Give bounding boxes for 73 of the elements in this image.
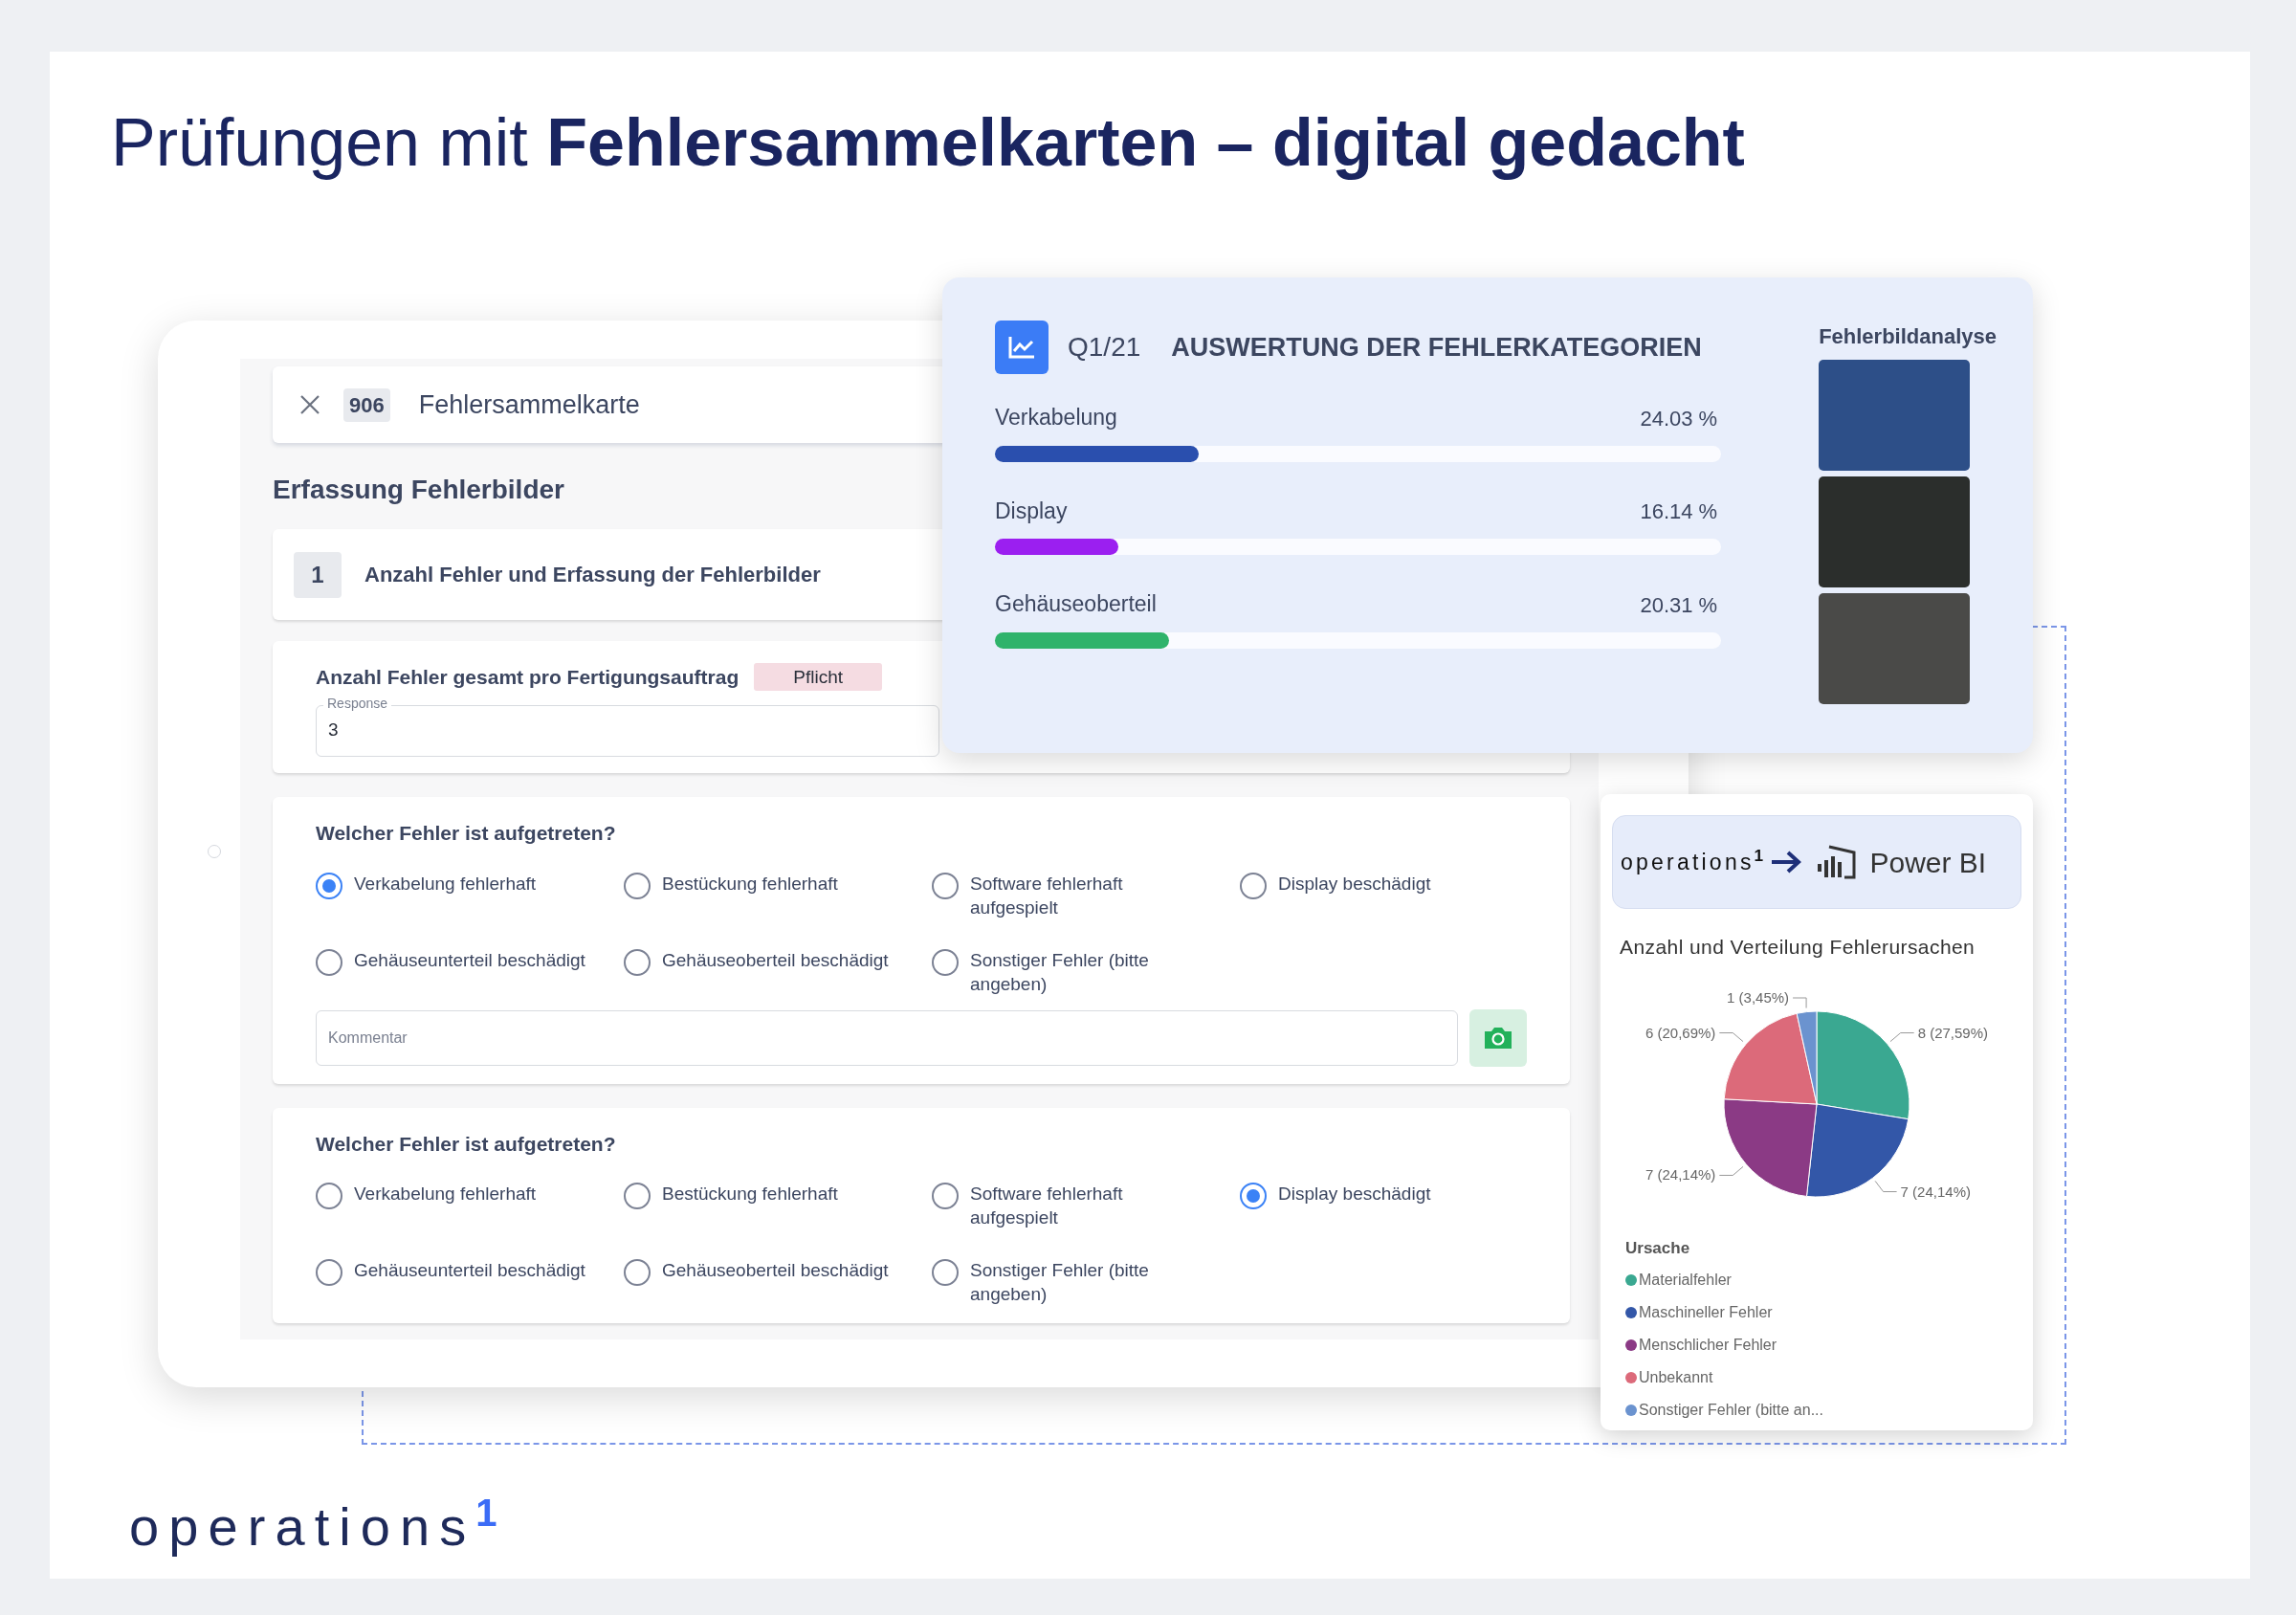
radio-button[interactable] bbox=[624, 948, 651, 976]
option-label[interactable]: Gehäuseoberteil beschädigt bbox=[662, 947, 897, 972]
option-label[interactable]: Bestückung fehlerhaft bbox=[662, 871, 897, 896]
product-name: Power BI bbox=[1869, 845, 1987, 880]
leader-line bbox=[1718, 1031, 1744, 1042]
record-number: 906 bbox=[343, 387, 390, 422]
percentage-value: 24.03 % bbox=[1640, 405, 1718, 432]
radio-button[interactable] bbox=[1240, 1183, 1267, 1209]
arrow-icon bbox=[1770, 850, 1803, 874]
option-label[interactable]: Software fehlerhaft aufgespielt bbox=[970, 1182, 1205, 1229]
gallery-title: Fehlerbildanalyse bbox=[1819, 323, 1997, 350]
question-label: Welcher Fehler ist aufgetreten? bbox=[316, 821, 617, 846]
radio-button[interactable] bbox=[932, 872, 959, 899]
legend-label: Menschlicher Fehler bbox=[1639, 1336, 1777, 1355]
legend-label: Maschineller Fehler bbox=[1639, 1303, 1773, 1322]
radio-button[interactable] bbox=[932, 1183, 959, 1209]
question-label: Welcher Fehler ist aufgetreten? bbox=[316, 1131, 617, 1157]
option-label[interactable]: Display beschädigt bbox=[1278, 1182, 1513, 1206]
option-label[interactable]: Verkabelung fehlerhaft bbox=[354, 1182, 589, 1206]
data-label: 8 (27,59%) bbox=[1917, 1024, 1988, 1041]
radio-button[interactable] bbox=[932, 948, 959, 976]
radio-button[interactable] bbox=[624, 1183, 651, 1209]
leader-line bbox=[1792, 997, 1807, 1008]
leader-line bbox=[1889, 1031, 1915, 1042]
legend-title: Ursache bbox=[1625, 1237, 1691, 1259]
form-title: Fehlersammelkarte bbox=[418, 388, 640, 421]
percentage-value: 20.31 % bbox=[1640, 591, 1718, 619]
period-label: Q1/21 bbox=[1068, 331, 1141, 364]
legend-label: Materialfehler bbox=[1639, 1271, 1732, 1290]
section-title: Erfassung Fehlerbilder bbox=[273, 474, 565, 506]
radio-button[interactable] bbox=[316, 1259, 342, 1286]
radio-button[interactable] bbox=[1240, 872, 1267, 899]
percentage-value: 16.14 % bbox=[1640, 498, 1718, 525]
required-badge: Pflicht bbox=[754, 663, 883, 692]
data-label: 1 (3,45%) bbox=[1727, 988, 1790, 1006]
card-title: AUSWERTUNG DER FEHLERKATEGORIEN bbox=[1171, 331, 1702, 364]
data-label: 7 (24,14%) bbox=[1645, 1165, 1716, 1183]
radio-button[interactable] bbox=[316, 948, 342, 976]
legend-label: Unbekannt bbox=[1639, 1368, 1713, 1387]
comment-field[interactable]: Kommentar bbox=[316, 1009, 1458, 1066]
radio-button[interactable] bbox=[316, 872, 342, 899]
option-label[interactable]: Sonstiger Fehler (bitte angeben) bbox=[970, 947, 1205, 996]
radio-button[interactable] bbox=[932, 1259, 959, 1286]
field-label: Response bbox=[323, 696, 392, 710]
radio-button[interactable] bbox=[624, 1259, 651, 1286]
close-icon[interactable] bbox=[299, 394, 320, 415]
option-label[interactable]: Gehäuseunterteil beschädigt bbox=[354, 1258, 589, 1282]
chart-icon bbox=[995, 321, 1049, 374]
option-label[interactable]: Display beschädigt bbox=[1278, 871, 1513, 896]
leader-line bbox=[1874, 1180, 1898, 1192]
question-label: Anzahl Fehler gesamt pro Fertigungsauftrag bbox=[316, 665, 740, 690]
radio-button[interactable] bbox=[316, 1183, 342, 1209]
option-label[interactable]: Bestückung fehlerhaft bbox=[662, 1182, 897, 1206]
legend-label: Sonstiger Fehler (bitte an... bbox=[1639, 1401, 1823, 1420]
option-label[interactable]: Software fehlerhaft aufgespielt bbox=[970, 871, 1205, 919]
data-label: 6 (20,69%) bbox=[1645, 1024, 1716, 1041]
chart-title: Anzahl und Verteilung Fehlerursachen bbox=[1620, 935, 1976, 960]
option-label[interactable]: Sonstiger Fehler (bitte angeben) bbox=[970, 1258, 1205, 1306]
category-label: Display bbox=[995, 497, 1068, 525]
step-number: 1 bbox=[294, 551, 342, 598]
radio-button[interactable] bbox=[624, 872, 651, 899]
option-label[interactable]: Gehäuseunterteil beschädigt bbox=[354, 947, 589, 972]
step-title: Anzahl Fehler und Erfassung der Fehlerbilder bbox=[364, 562, 821, 588]
bar-chart-icon bbox=[1816, 843, 1859, 881]
category-label: Verkabelung bbox=[995, 404, 1117, 431]
data-label: 7 (24,14%) bbox=[1900, 1183, 1971, 1200]
company-logo: operations$^{1}$ bbox=[129, 1491, 507, 1559]
option-label[interactable]: Verkabelung fehlerhaft bbox=[354, 871, 589, 896]
category-label: Gehäuseoberteil bbox=[995, 590, 1157, 618]
camera-button[interactable] bbox=[1469, 1008, 1527, 1067]
brand-logo: operations$^{1}$ bbox=[1621, 845, 1767, 876]
option-label[interactable]: Gehäuseoberteil beschädigt bbox=[662, 1258, 897, 1282]
leader-line bbox=[1718, 1165, 1744, 1176]
